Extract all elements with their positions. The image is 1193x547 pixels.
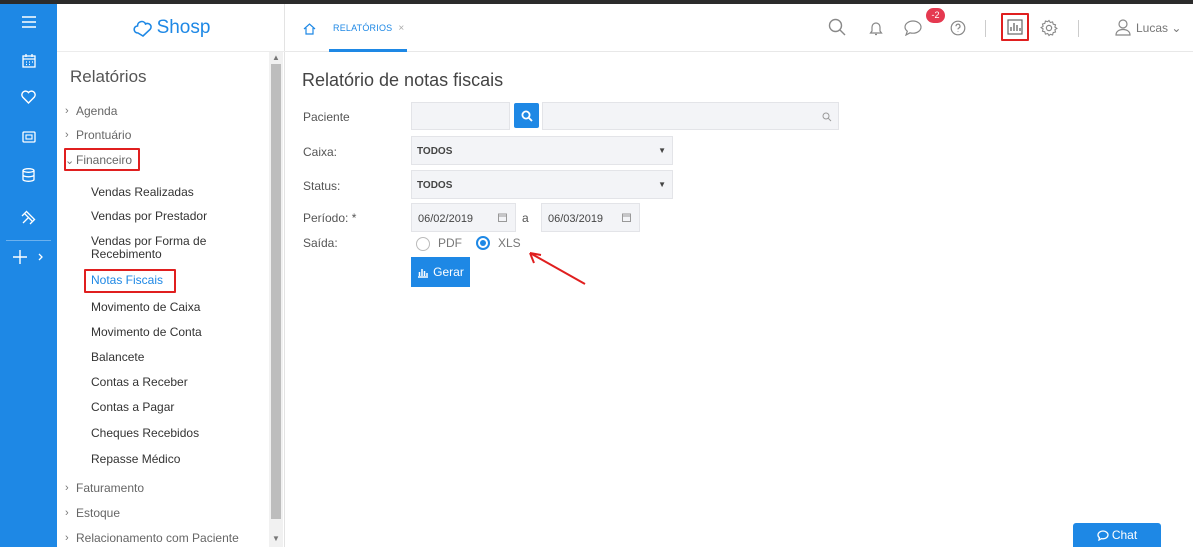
brand-name: Shosp bbox=[156, 16, 211, 38]
heart-icon[interactable] bbox=[0, 82, 57, 112]
highlight-box-notas-fiscais bbox=[84, 269, 176, 293]
output-xls-label[interactable]: XLS bbox=[498, 236, 521, 250]
status-selected-value: TODOS bbox=[417, 180, 453, 191]
tools-icon[interactable] bbox=[0, 202, 57, 232]
scroll-down-arrow-icon[interactable]: ▼ bbox=[269, 533, 283, 545]
active-tab-underline bbox=[329, 49, 407, 52]
rail-divider bbox=[6, 240, 51, 241]
help-icon[interactable] bbox=[950, 20, 966, 41]
paciente-search-button[interactable] bbox=[514, 103, 539, 128]
page-title: Relatório de notas fiscais bbox=[302, 70, 504, 90]
caret-down-icon: ▼ bbox=[658, 180, 666, 189]
output-pdf-label[interactable]: PDF bbox=[438, 236, 462, 250]
hamburger-menu-icon[interactable] bbox=[0, 7, 57, 37]
periodo-separator: a bbox=[522, 211, 529, 225]
periodo-label: Período: * bbox=[303, 211, 357, 225]
caixa-select[interactable]: TODOS ▼ bbox=[411, 136, 673, 165]
chevron-right-icon: › bbox=[65, 105, 69, 117]
chevron-down-icon: ⌄ bbox=[1171, 21, 1182, 35]
chat-bubble-icon[interactable] bbox=[904, 20, 922, 41]
sidebar-scrollbar[interactable]: ▲ ▼ bbox=[269, 52, 283, 547]
sidebar-subitem-balancete[interactable]: Balancete bbox=[91, 351, 144, 364]
highlight-box-reports bbox=[1001, 13, 1029, 41]
annotation-arrow-icon bbox=[529, 252, 586, 285]
caixa-label: Caixa: bbox=[303, 145, 338, 159]
tab-relatorios[interactable]: RELATÓRIOS × bbox=[329, 4, 408, 52]
calendar-icon bbox=[622, 213, 631, 222]
calendar-icon bbox=[498, 213, 507, 222]
chevron-right-icon: › bbox=[65, 507, 69, 519]
chat-button[interactable]: Chat bbox=[1073, 523, 1161, 547]
cash-icon[interactable] bbox=[0, 122, 57, 152]
sidebar-item-faturamento[interactable]: › Faturamento bbox=[65, 481, 144, 495]
generate-report-button[interactable]: Gerar bbox=[411, 257, 470, 287]
sidebar-item-estoque[interactable]: › Estoque bbox=[65, 506, 120, 520]
caret-down-icon: ▼ bbox=[658, 146, 666, 155]
sidebar-subitem-movimento-caixa[interactable]: Movimento de Caixa bbox=[91, 301, 200, 314]
output-xls-radio[interactable] bbox=[476, 236, 490, 250]
header-divider bbox=[1078, 20, 1079, 37]
top-header: RELATÓRIOS × -2 Lucas ⌄ bbox=[285, 4, 1193, 52]
sidebar-item-prontuario[interactable]: › Prontuário bbox=[65, 128, 131, 142]
caixa-selected-value: TODOS bbox=[417, 146, 453, 157]
sidebar: Shosp Relatórios › Agenda › Prontuário ⌄ Fi… bbox=[57, 4, 285, 547]
database-icon[interactable] bbox=[0, 160, 57, 190]
icon-rail bbox=[0, 4, 57, 547]
periodo-end-input[interactable]: 06/03/2019 bbox=[541, 203, 640, 232]
header-divider bbox=[985, 20, 986, 37]
sidebar-item-relacionamento[interactable]: › Relacionamento com Paciente bbox=[65, 531, 239, 545]
bar-chart-icon bbox=[418, 268, 429, 278]
status-label: Status: bbox=[303, 179, 341, 193]
sidebar-subitem-cheques-recebidos[interactable]: Cheques Recebidos bbox=[91, 427, 199, 440]
status-select[interactable]: TODOS ▼ bbox=[411, 170, 673, 199]
scroll-up-arrow-icon[interactable]: ▲ bbox=[269, 52, 283, 64]
bell-icon[interactable] bbox=[869, 20, 883, 41]
sidebar-subitem-contas-pagar[interactable]: Contas a Pagar bbox=[91, 401, 174, 414]
sidebar-subitem-repasse-medico[interactable]: Repasse Médico bbox=[91, 453, 180, 466]
search-icon bbox=[822, 112, 832, 122]
calendar-icon[interactable] bbox=[0, 46, 57, 76]
search-icon[interactable] bbox=[828, 18, 846, 41]
user-menu[interactable]: Lucas ⌄ bbox=[1136, 21, 1181, 35]
cloud-heart-logo-icon bbox=[132, 20, 152, 37]
chat-bubble-icon bbox=[1097, 529, 1109, 541]
sidebar-title: Relatórios bbox=[70, 67, 147, 86]
output-pdf-radio[interactable] bbox=[416, 237, 430, 251]
paciente-code-input[interactable] bbox=[411, 102, 510, 130]
tab-close-icon[interactable]: × bbox=[398, 23, 404, 34]
user-icon[interactable] bbox=[1115, 19, 1131, 41]
chevron-right-icon: › bbox=[65, 532, 69, 544]
home-icon[interactable] bbox=[303, 22, 316, 40]
add-expand-icon[interactable] bbox=[0, 242, 57, 272]
sidebar-subitem-vendas-realizadas[interactable]: Vendas Realizadas bbox=[91, 186, 194, 199]
highlight-box-financeiro bbox=[64, 148, 140, 171]
sidebar-subitem-contas-receber[interactable]: Contas a Receber bbox=[91, 376, 188, 389]
notification-badge: -2 bbox=[926, 8, 945, 23]
periodo-start-input[interactable]: 06/02/2019 bbox=[411, 203, 516, 232]
brand-logo[interactable]: Shosp bbox=[57, 4, 285, 52]
saida-label: Saída: bbox=[303, 236, 338, 250]
sidebar-item-agenda[interactable]: › Agenda bbox=[65, 104, 117, 118]
sidebar-subitem-movimento-conta[interactable]: Movimento de Conta bbox=[91, 326, 202, 339]
gear-icon[interactable] bbox=[1040, 19, 1058, 42]
sidebar-subitem-vendas-por-prestador[interactable]: Vendas por Prestador bbox=[91, 210, 207, 223]
scrollbar-thumb[interactable] bbox=[271, 64, 281, 519]
paciente-name-input[interactable] bbox=[542, 102, 839, 130]
chevron-right-icon: › bbox=[65, 482, 69, 494]
search-icon bbox=[521, 110, 533, 122]
chevron-right-icon: › bbox=[65, 129, 69, 141]
paciente-label: Paciente bbox=[303, 110, 350, 124]
sidebar-subitem-vendas-forma-recebimento-2[interactable]: Recebimento bbox=[91, 248, 162, 261]
